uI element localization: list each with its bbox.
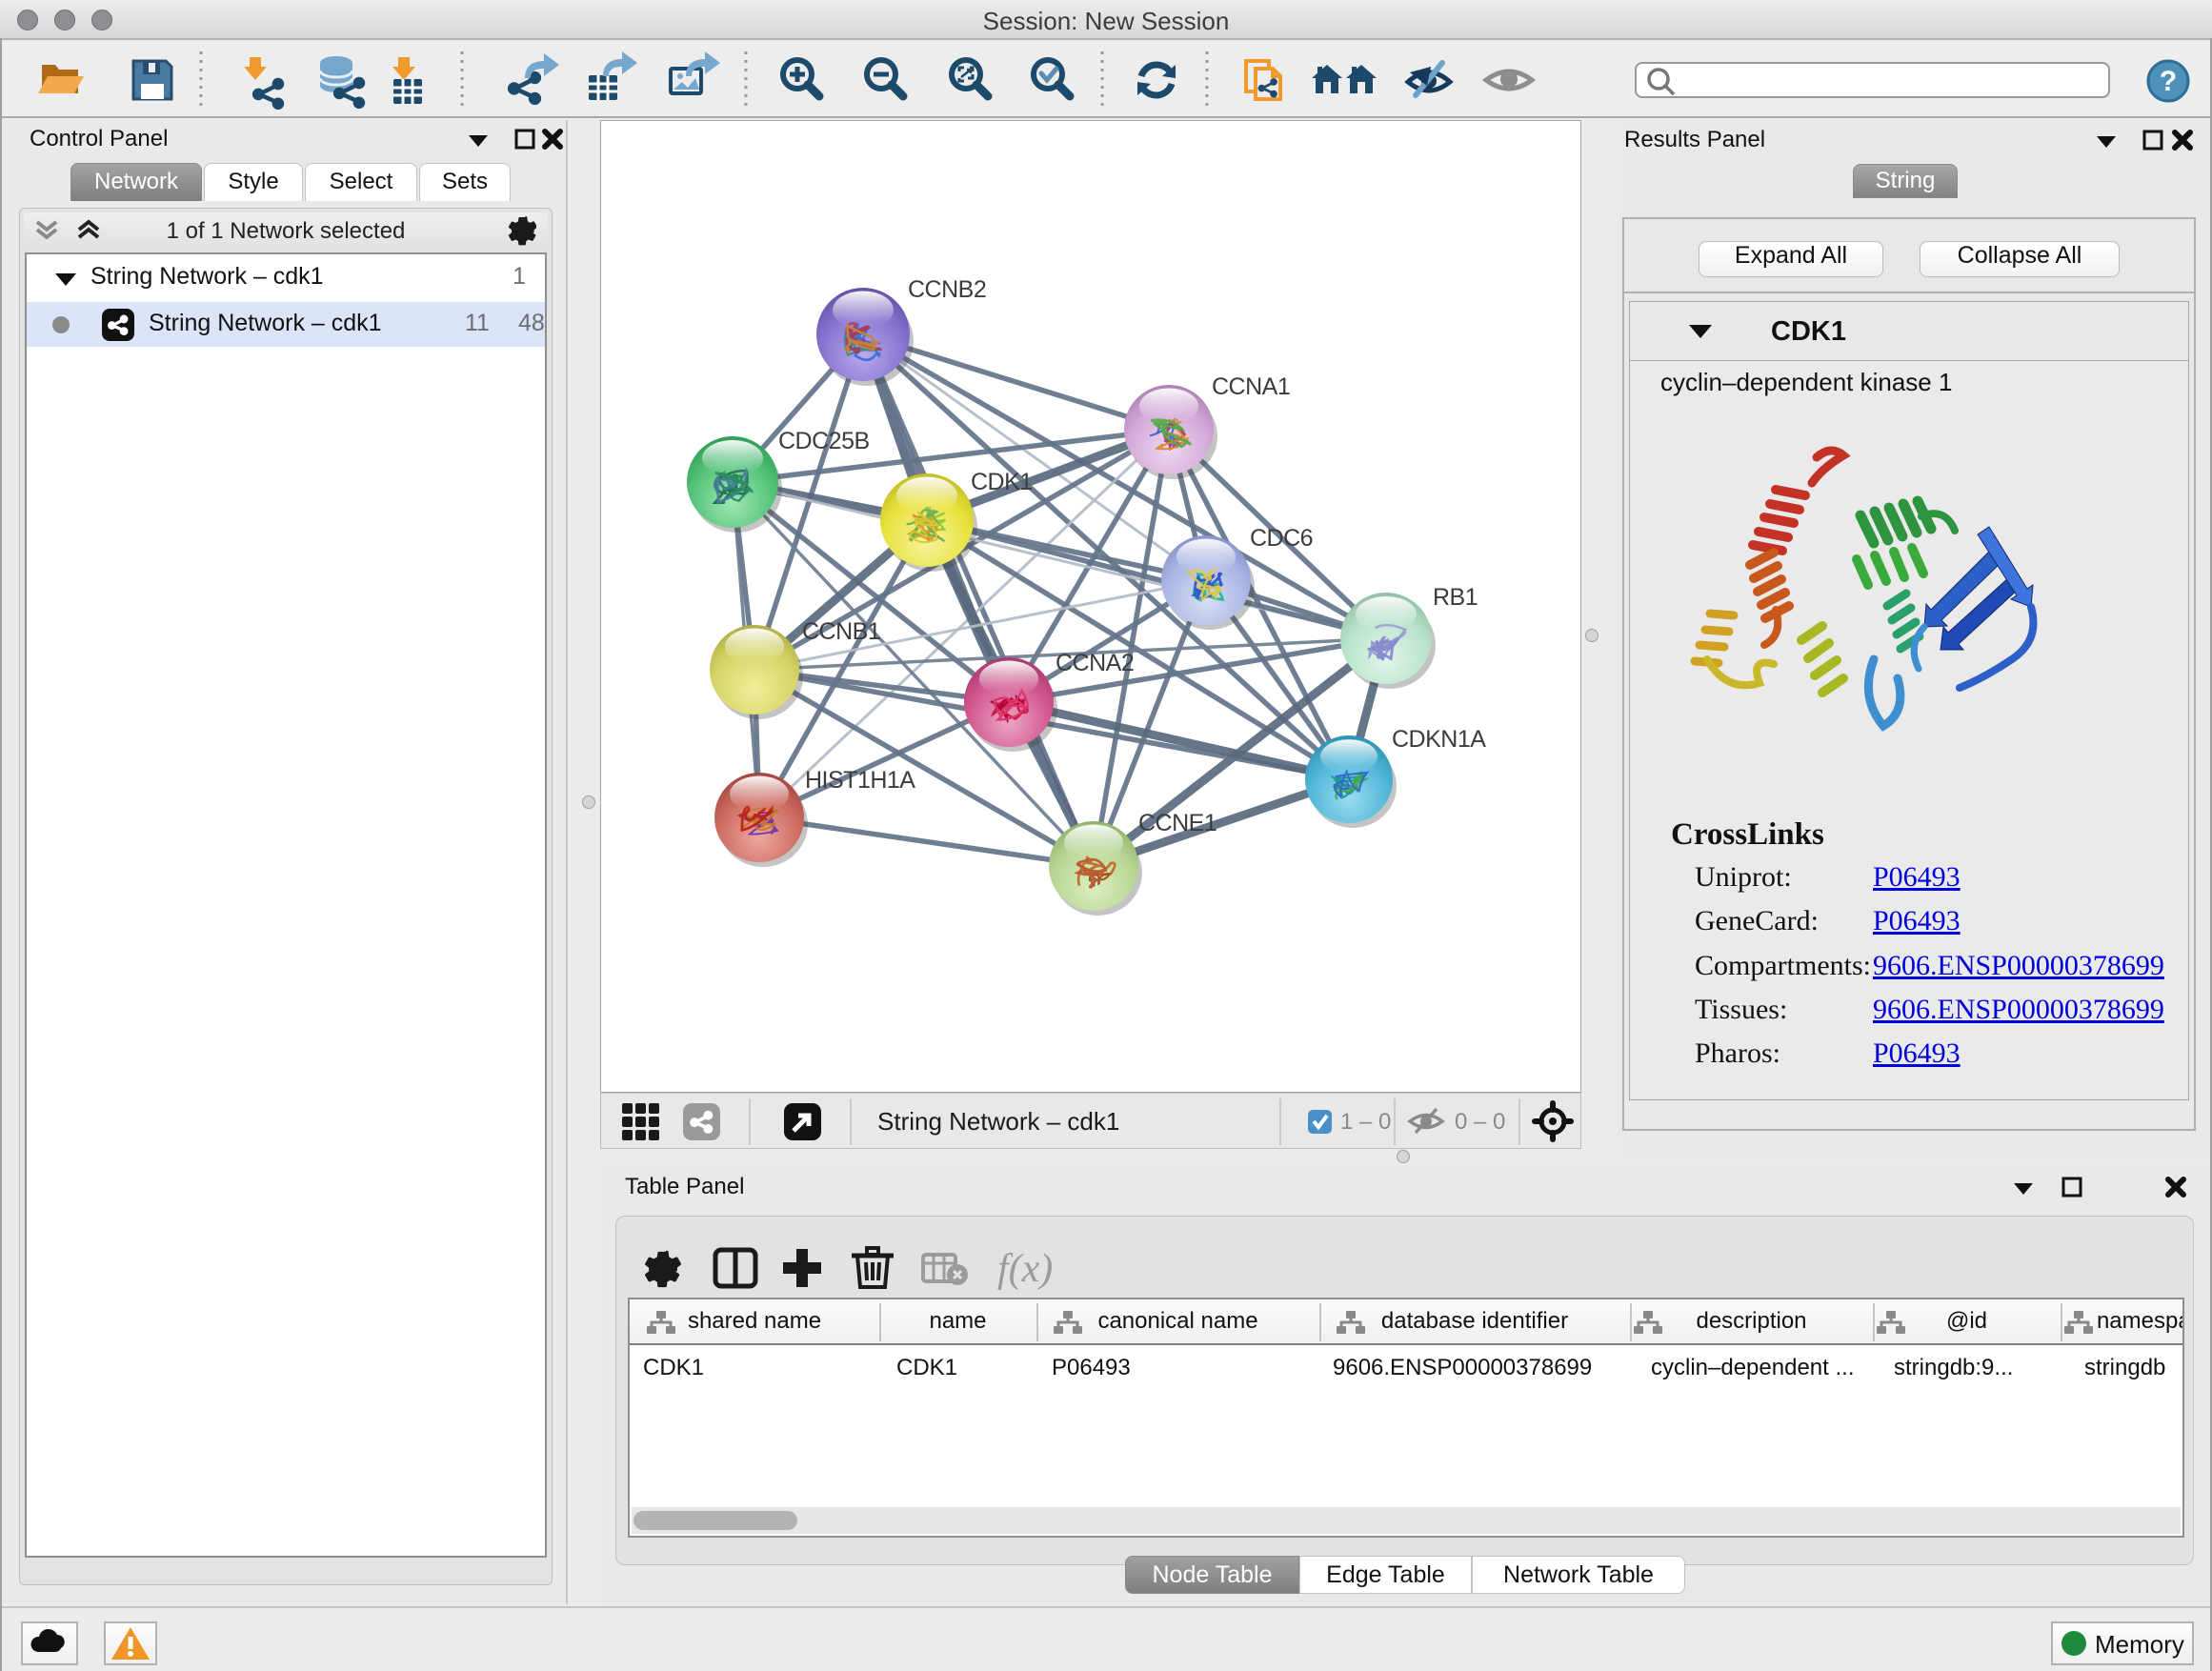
svg-text:CDC6: CDC6	[1250, 525, 1313, 552]
svg-text:CDKN1A: CDKN1A	[1392, 726, 1486, 753]
svg-text:?: ?	[2160, 66, 2177, 97]
svg-text:CCNB2: CCNB2	[908, 276, 986, 303]
svg-text:f(x): f(x)	[997, 1247, 1053, 1291]
svg-text:String Network – cdk1: String Network – cdk1	[877, 1107, 1119, 1136]
svg-text:CCNA2: CCNA2	[1056, 650, 1134, 676]
svg-text:RB1: RB1	[1433, 584, 1478, 611]
svg-text:HIST1H1A: HIST1H1A	[805, 767, 915, 794]
svg-text:Memory: Memory	[2095, 1630, 2184, 1659]
svg-text:0 – 0: 0 – 0	[1455, 1109, 1505, 1135]
svg-text:CCNA1: CCNA1	[1212, 373, 1290, 400]
svg-text:1 – 0: 1 – 0	[1340, 1109, 1391, 1135]
svg-text:CDK1: CDK1	[971, 469, 1033, 495]
svg-text:CCNE1: CCNE1	[1138, 810, 1217, 836]
svg-text:CCNB1: CCNB1	[802, 618, 880, 645]
svg-text:CDC25B: CDC25B	[778, 428, 870, 454]
